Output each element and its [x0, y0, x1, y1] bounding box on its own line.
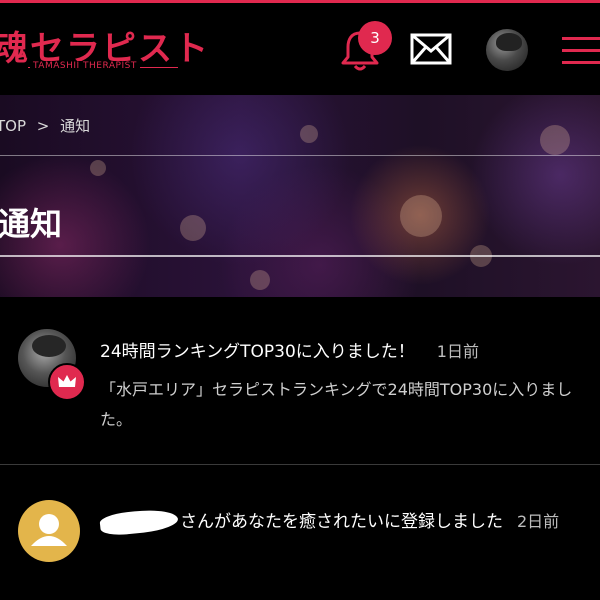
- bokeh-light: [90, 160, 106, 176]
- breadcrumb-home-link[interactable]: TOP: [0, 117, 26, 135]
- notification-title: 24時間ランキングTOP30に入りました！ 1日前: [100, 337, 479, 362]
- notification-time: 2日前: [517, 512, 560, 531]
- bokeh-light: [400, 195, 442, 237]
- notification-title-text: 24時間ランキングTOP30に入りました！: [100, 342, 415, 362]
- bokeh-light: [540, 125, 570, 155]
- notification-body: 「水戸エリア」セラピストランキングで24時間TOP30に入りました。: [100, 380, 573, 429]
- site-logo[interactable]: 魂セラピスト TAMASHII THERAPIST: [0, 21, 208, 81]
- page-hero: TOP > 通知 通知: [0, 95, 600, 297]
- bokeh-light: [300, 125, 318, 143]
- notification-title: さんがあなたを癒されたいに登録しました 2日前: [99, 506, 580, 538]
- bokeh-light: [180, 215, 206, 241]
- site-header: 魂セラピスト TAMASHII THERAPIST 3: [0, 3, 600, 95]
- logo-subtitle: TAMASHII THERAPIST: [30, 61, 140, 71]
- notification-time: 1日前: [436, 342, 479, 361]
- user-avatar[interactable]: [486, 29, 528, 71]
- notification-count-badge: 3: [358, 21, 392, 55]
- divider: [0, 155, 600, 156]
- hamburger-menu-icon[interactable]: [562, 37, 600, 65]
- redacted-username: [99, 506, 179, 538]
- notification-item[interactable]: 24時間ランキングTOP30に入りました！ 1日前 「水戸エリア」セラピストランキ…: [0, 297, 600, 465]
- page-title: 通知: [0, 205, 63, 243]
- divider: [0, 255, 600, 257]
- notification-item[interactable]: さんがあなたを癒されたいに登録しました 2日前: [0, 466, 600, 600]
- user-icon: [18, 500, 80, 562]
- crown-icon: [48, 363, 86, 401]
- breadcrumb-separator: >: [36, 117, 50, 135]
- notification-title-text: さんがあなたを癒されたいに登録しました: [180, 512, 503, 532]
- breadcrumb: TOP > 通知: [0, 115, 90, 136]
- bokeh-light: [250, 270, 270, 290]
- breadcrumb-current: 通知: [60, 117, 91, 135]
- mail-icon[interactable]: [410, 33, 452, 65]
